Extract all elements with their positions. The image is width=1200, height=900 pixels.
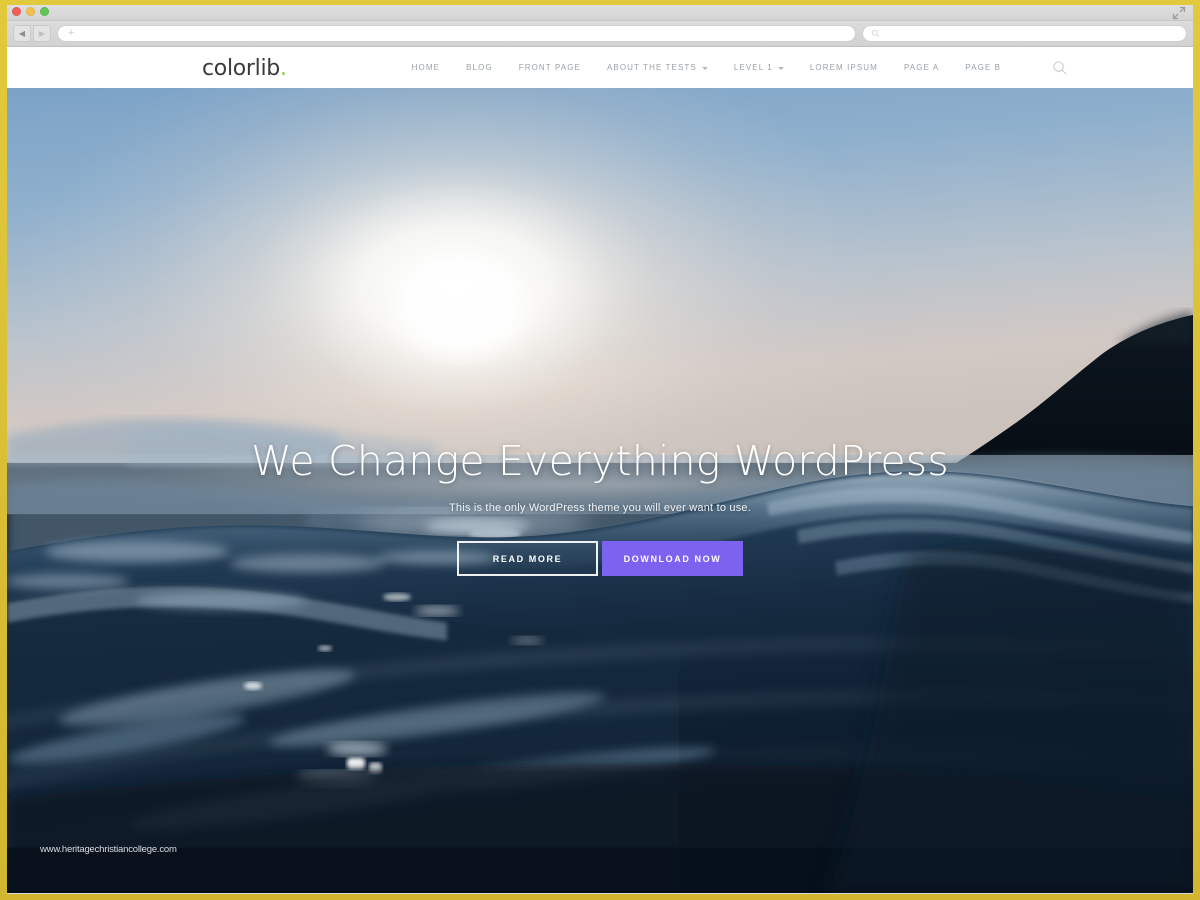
search-icon[interactable]: [1052, 60, 1068, 76]
nav-item-lorem-ipsum[interactable]: LOREM IPSUM: [797, 63, 891, 72]
nav-item-home[interactable]: HOME: [399, 63, 453, 72]
logo-accent-dot: .: [279, 55, 287, 81]
site-logo[interactable]: colorlib.: [202, 55, 287, 81]
logo-text: colorlib: [202, 55, 280, 81]
nav-label: PAGE B: [965, 63, 1002, 72]
browser-window-frame: ◀ ▶ + colorlib. HOME BLOG FRONT PAGE ABO…: [0, 0, 1200, 900]
read-more-button[interactable]: READ MORE: [457, 541, 598, 577]
chevron-down-icon: [777, 67, 784, 70]
browser-titlebar: [7, 5, 1193, 21]
address-bar-placeholder: +: [68, 27, 75, 39]
site-header: colorlib. HOME BLOG FRONT PAGE ABOUT THE…: [7, 47, 1193, 88]
navigation-buttons: ◀ ▶: [13, 25, 51, 42]
hero-content: We Change Everything WordPress This is t…: [7, 437, 1193, 577]
close-window-button[interactable]: [12, 7, 21, 16]
nav-label: HOME: [411, 63, 441, 72]
nav-item-page-a[interactable]: PAGE A: [891, 63, 952, 72]
page-viewport: colorlib. HOME BLOG FRONT PAGE ABOUT THE…: [7, 47, 1193, 893]
hero-section: We Change Everything WordPress This is t…: [7, 88, 1193, 893]
nav-item-blog[interactable]: BLOG: [453, 63, 506, 72]
back-button[interactable]: ◀: [13, 25, 31, 42]
nav-label: PAGE A: [903, 63, 940, 72]
maximize-window-button[interactable]: [40, 7, 49, 16]
address-bar[interactable]: +: [57, 25, 856, 42]
window-controls: [12, 7, 49, 16]
hero-title: We Change Everything WordPress: [251, 437, 949, 485]
hero-subtitle: This is the only WordPress theme you wil…: [449, 502, 751, 515]
hero-cta-group: READ MORE DOWNLOAD NOW: [7, 541, 1193, 577]
search-icon: [871, 29, 880, 38]
nav-label: LEVEL 1: [733, 63, 773, 72]
nav-item-level-1[interactable]: LEVEL 1: [721, 63, 797, 72]
expand-arrows-icon[interactable]: [1171, 5, 1187, 21]
browser-search-field[interactable]: [862, 25, 1187, 42]
nav-label: BLOG: [466, 63, 493, 72]
nav-item-about-the-tests[interactable]: ABOUT THE TESTS: [594, 63, 721, 72]
watermark-text: www.heritagechristiancollege.com: [40, 844, 177, 855]
chevron-down-icon: [701, 67, 708, 70]
nav-label: ABOUT THE TESTS: [606, 63, 697, 72]
download-now-button[interactable]: DOWNLOAD NOW: [602, 541, 743, 577]
nav-item-page-b[interactable]: PAGE B: [952, 63, 1014, 72]
browser-chrome: ◀ ▶ + colorlib. HOME BLOG FRONT PAGE ABO…: [7, 5, 1193, 894]
minimize-window-button[interactable]: [26, 7, 35, 16]
nav-label: FRONT PAGE: [518, 63, 581, 72]
forward-button[interactable]: ▶: [33, 25, 51, 42]
main-navigation: HOME BLOG FRONT PAGE ABOUT THE TESTS LEV…: [399, 60, 1068, 76]
browser-toolbar: ◀ ▶ +: [7, 21, 1193, 47]
nav-item-front-page[interactable]: FRONT PAGE: [506, 63, 594, 72]
nav-label: LOREM IPSUM: [809, 63, 878, 72]
